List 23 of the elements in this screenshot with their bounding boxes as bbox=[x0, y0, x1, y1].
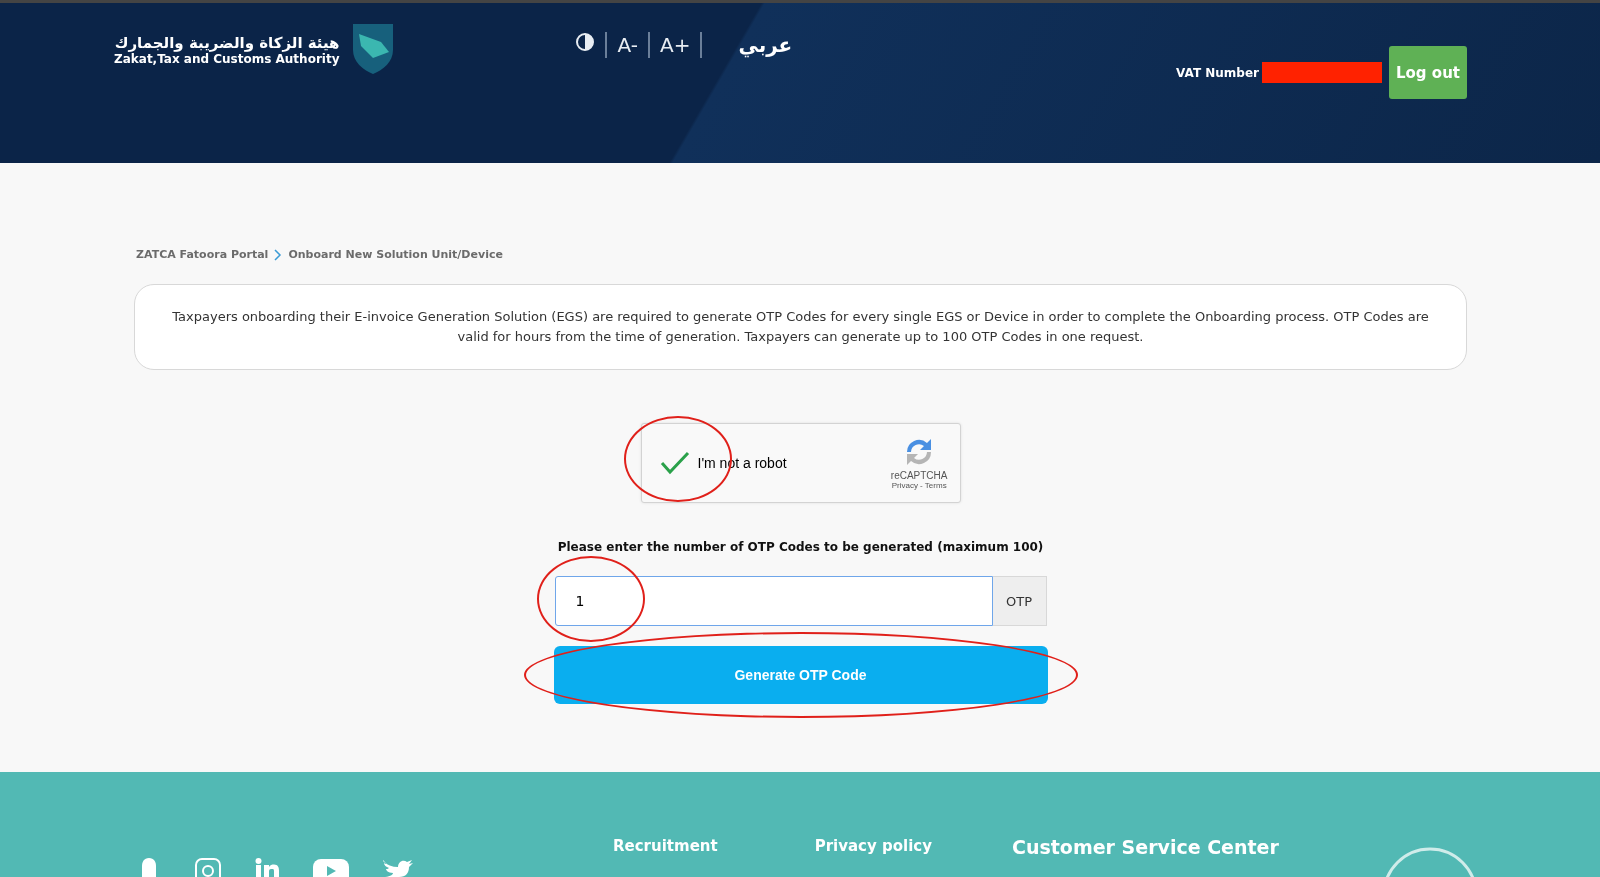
linkedin-icon[interactable] bbox=[253, 857, 281, 877]
notice-text: Taxpayers onboarding their E-invoice Generation Solution (EGS) are required to generate OTP Codes for every single EGS or Device in order to complete the Onboarding process. OTP Codes are valid for hours from the time of generation. Taxpayers can generate up to 100 OTP Codes in one request. bbox=[134, 284, 1467, 370]
otp-addon: OTP bbox=[992, 576, 1047, 626]
service-center-title: Customer Service Center bbox=[1012, 836, 1279, 858]
vat-label: VAT Number bbox=[1176, 65, 1259, 80]
recaptcha-brand: reCAPTCHA bbox=[890, 470, 948, 481]
breadcrumb-link[interactable]: ZATCA Fatoora Portal bbox=[136, 248, 269, 261]
logout-button[interactable]: Log out bbox=[1389, 46, 1467, 99]
field-label: Please enter the number of OTP Codes to be generated (maximum 100) bbox=[557, 540, 1044, 554]
logo-arabic-text: هيئة الزكاة والضريبة والجمارك bbox=[114, 33, 340, 52]
logo-text: Zakat,Tax and Customs Authority bbox=[114, 51, 340, 66]
otp-count-field[interactable]: 1 bbox=[554, 576, 993, 626]
chevron-icon bbox=[274, 248, 283, 261]
language-link[interactable]: عربي bbox=[732, 32, 799, 58]
check-icon[interactable] bbox=[659, 451, 690, 475]
increase-font-button[interactable]: A+ bbox=[649, 32, 703, 58]
generate-otp-button[interactable]: Generate OTP Code bbox=[553, 646, 1048, 704]
play-icon[interactable] bbox=[312, 857, 350, 877]
bird-icon[interactable] bbox=[381, 857, 415, 877]
camera-icon[interactable] bbox=[194, 857, 222, 877]
breadcrumb-link[interactable]: Onboard New Solution Unit/Device bbox=[288, 248, 503, 261]
privacy-terms-link[interactable]: Privacy - Terms bbox=[891, 481, 947, 490]
decrease-font-button[interactable]: A- bbox=[607, 32, 650, 58]
